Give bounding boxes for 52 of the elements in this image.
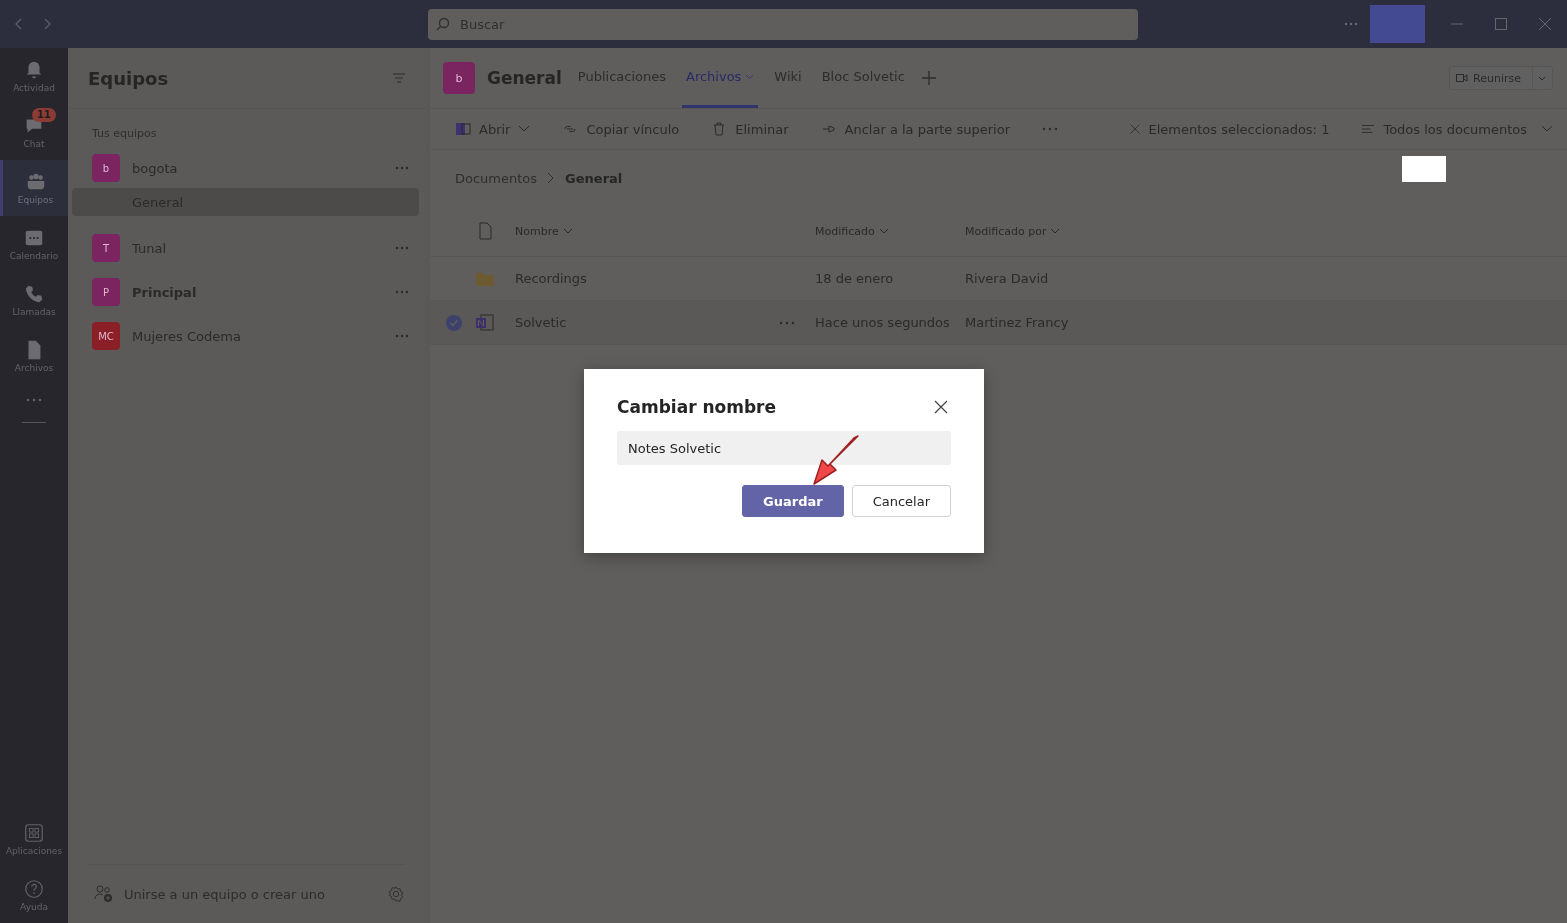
more-icon[interactable] xyxy=(1042,127,1058,131)
more-icon[interactable] xyxy=(395,334,409,338)
help-icon xyxy=(23,878,45,900)
search-icon xyxy=(436,17,450,31)
chevron-down-icon xyxy=(562,228,573,234)
add-tab-icon[interactable] xyxy=(920,70,937,86)
maximize-icon xyxy=(1495,18,1507,30)
close-icon xyxy=(1128,123,1141,135)
chevron-down-icon xyxy=(745,73,755,80)
redaction-block xyxy=(1402,156,1446,182)
notification-badge: 11 xyxy=(32,108,56,122)
app-bar-item[interactable]: Equipos xyxy=(0,160,68,216)
phone-icon xyxy=(23,283,45,305)
chevron-down-icon xyxy=(1541,125,1553,133)
channel-title: General xyxy=(487,68,562,88)
notebook-icon xyxy=(475,312,495,333)
close-icon xyxy=(934,400,948,414)
apps-grid-icon xyxy=(23,822,45,844)
app-bar-item[interactable]: Archivos xyxy=(0,328,68,384)
dialog-button[interactable]: Guardar xyxy=(742,485,844,517)
more-icon[interactable] xyxy=(395,246,409,250)
settings-icon[interactable] xyxy=(387,885,405,903)
notebook-icon xyxy=(455,121,471,137)
more-icon[interactable] xyxy=(26,398,42,402)
more-icon[interactable] xyxy=(779,320,795,325)
channel-avatar: b xyxy=(443,62,475,94)
app-bar-item[interactable]: Ayuda xyxy=(0,867,68,923)
video-camera-icon xyxy=(1456,73,1469,83)
channel-tab[interactable]: Archivos xyxy=(682,48,759,108)
close-icon xyxy=(1539,18,1551,30)
team-avatar: P xyxy=(92,278,120,306)
meet-button[interactable]: Reunirse xyxy=(1449,66,1553,90)
checkmark-icon[interactable] xyxy=(446,314,462,331)
people-add-icon xyxy=(94,884,114,904)
name-input-field[interactable]: Notes Solvetic xyxy=(617,431,951,465)
app-bar-item[interactable]: Actividad xyxy=(0,48,68,104)
dialog-title: Cambiar nombre xyxy=(617,397,776,417)
chevron-down-icon xyxy=(1050,228,1061,234)
chevron-down-icon xyxy=(518,125,531,133)
list-icon xyxy=(1361,122,1376,136)
chevron-icon xyxy=(547,172,556,184)
breadcrumb-item[interactable]: General xyxy=(565,170,623,186)
team-avatar: b xyxy=(92,154,120,182)
team-avatar: T xyxy=(92,234,120,262)
more-icon[interactable] xyxy=(395,166,409,170)
chevron-down-icon xyxy=(1538,75,1546,81)
chevron-down-icon xyxy=(878,228,889,234)
more-icon[interactable] xyxy=(1344,22,1358,26)
team-avatar: MC xyxy=(92,322,120,350)
filter-icon[interactable] xyxy=(391,70,407,86)
dialog-button[interactable]: Cancelar xyxy=(851,485,951,517)
more-icon[interactable] xyxy=(395,290,409,294)
